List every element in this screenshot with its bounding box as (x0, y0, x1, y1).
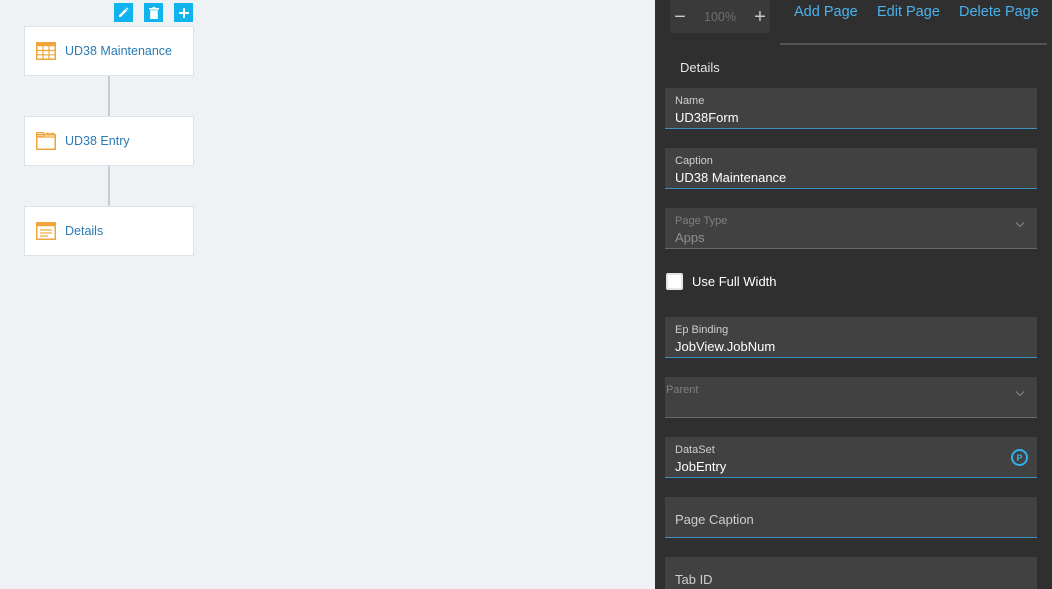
tree-node-ud38-maintenance[interactable]: UD38 Maintenance (24, 26, 194, 76)
zoom-in-button[interactable]: + (750, 3, 770, 31)
chevron-down-icon (1015, 222, 1025, 228)
name-label: Name (675, 95, 705, 107)
header-divider (780, 43, 1047, 45)
dataset-field[interactable]: DataSet JobEntry P (665, 437, 1037, 478)
delete-node-button[interactable] (144, 3, 163, 22)
page-tree-canvas: UD38 Maintenance UD38 Entry Details (0, 0, 655, 589)
tree-connector (108, 76, 110, 116)
name-field[interactable]: Name UD38Form (665, 88, 1037, 129)
ep-binding-value: JobView.JobNum (675, 339, 776, 354)
dataset-label: DataSet (675, 444, 715, 456)
edit-node-button[interactable] (114, 3, 133, 22)
ep-binding-label: Ep Binding (675, 324, 729, 336)
caption-value: UD38 Maintenance (675, 170, 787, 185)
add-node-button[interactable] (174, 3, 193, 22)
name-value: UD38Form (675, 110, 739, 125)
add-page-link[interactable]: Add Page (794, 4, 858, 20)
page-caption-field[interactable]: Page Caption (665, 497, 1037, 538)
use-full-width-label: Use Full Width (692, 274, 777, 289)
delete-page-link[interactable]: Delete Page (959, 4, 1039, 20)
page-type-label: Page Type (675, 215, 728, 227)
edit-icon (119, 7, 129, 17)
parent-label: Parent (666, 384, 699, 396)
panel-section-title: Details (680, 60, 720, 75)
tree-node-label: UD38 Maintenance (65, 44, 173, 58)
tree-node-label: UD38 Entry (65, 134, 130, 148)
properties-panel: − 100% + Add Page Edit Page Delete Page … (655, 0, 1052, 589)
dataset-value: JobEntry (675, 459, 727, 474)
use-full-width-option[interactable]: Use Full Width (666, 273, 777, 290)
tree-node-details[interactable]: Details (24, 206, 194, 256)
tab-id-placeholder: Tab ID (675, 572, 713, 587)
caption-field[interactable]: Caption UD38 Maintenance (665, 148, 1037, 189)
edit-page-link[interactable]: Edit Page (877, 4, 940, 20)
zoom-out-button[interactable]: − (670, 3, 690, 31)
use-full-width-checkbox[interactable] (666, 273, 683, 290)
dataset-picker-icon[interactable]: P (1011, 449, 1028, 466)
zoom-level: 100% (704, 9, 736, 24)
page-type-select[interactable]: Page Type Apps (665, 208, 1037, 249)
parent-select[interactable]: Parent (665, 377, 1037, 418)
trash-icon (148, 6, 159, 19)
form-icon (36, 222, 56, 240)
tree-connector (108, 166, 110, 206)
ep-binding-field[interactable]: Ep Binding JobView.JobNum (665, 317, 1037, 358)
tree-node-label: Details (65, 224, 104, 238)
tree-node-ud38-entry[interactable]: UD38 Entry (24, 116, 194, 166)
zoom-control: − 100% + (670, 0, 770, 33)
window-icon (36, 132, 56, 150)
plus-icon (178, 7, 189, 18)
page-caption-placeholder: Page Caption (675, 512, 754, 527)
tab-id-field[interactable]: Tab ID (665, 557, 1037, 589)
grid-icon (36, 42, 56, 60)
chevron-down-icon (1015, 391, 1025, 397)
page-type-value: Apps (675, 230, 705, 245)
caption-label: Caption (675, 155, 713, 167)
